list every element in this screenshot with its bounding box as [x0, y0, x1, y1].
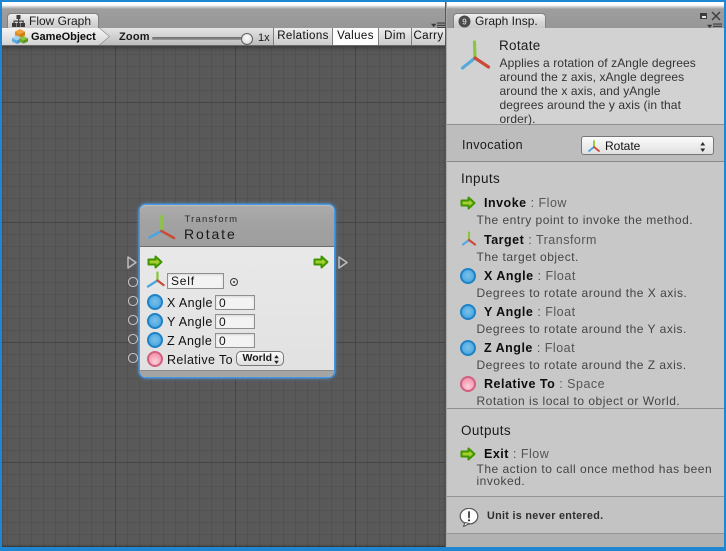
svg-text:9: 9 [462, 17, 467, 26]
